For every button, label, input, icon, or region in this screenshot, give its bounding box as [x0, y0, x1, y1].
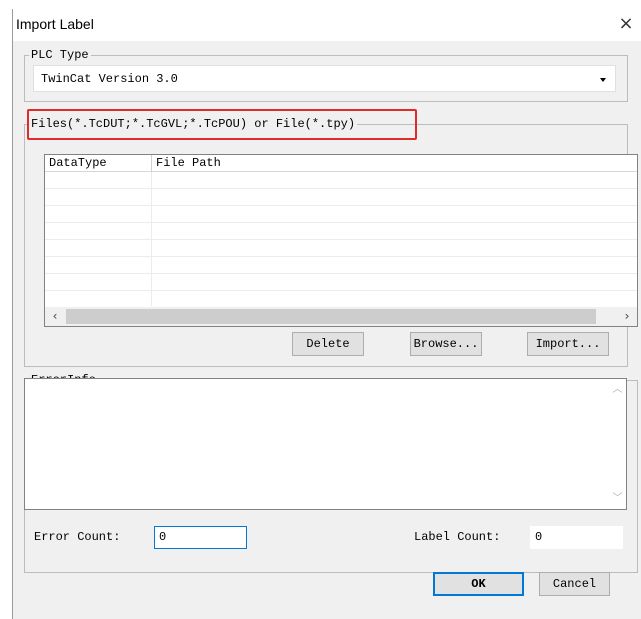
table-row	[45, 274, 637, 291]
table-row	[45, 172, 637, 189]
label-count-field[interactable]: 0	[530, 526, 623, 549]
plc-type-group: PLC Type TwinCat Version 3.0	[24, 49, 628, 102]
scroll-up-icon[interactable]: ︿	[609, 381, 626, 398]
error-count-label: Error Count:	[34, 530, 121, 544]
close-icon[interactable]: ×	[614, 12, 638, 36]
error-count-field[interactable]: 0	[154, 526, 247, 549]
chevron-down-icon[interactable]	[600, 78, 606, 82]
error-info-textarea[interactable]: ︿ ﹀	[24, 378, 627, 510]
horizontal-scrollbar[interactable]: ‹ ›	[45, 307, 637, 326]
scroll-left-icon[interactable]: ‹	[45, 307, 65, 326]
dialog-title: Import Label	[16, 16, 94, 32]
label-count-label: Label Count:	[414, 530, 501, 544]
scroll-down-icon[interactable]: ﹀	[609, 490, 626, 507]
table-row	[45, 240, 637, 257]
vertical-scrollbar[interactable]: ︿ ﹀	[609, 379, 626, 509]
plc-type-selected-value: TwinCat Version 3.0	[41, 72, 178, 86]
delete-button[interactable]: Delete	[292, 332, 364, 356]
scroll-right-icon[interactable]: ›	[617, 307, 637, 326]
column-header-datatype[interactable]: DataType	[45, 155, 152, 172]
plc-type-legend: PLC Type	[31, 48, 89, 62]
ok-button[interactable]: OK	[433, 572, 524, 596]
plc-type-select[interactable]: TwinCat Version 3.0	[33, 65, 616, 92]
import-button[interactable]: Import...	[527, 332, 609, 356]
files-list[interactable]: DataType File Path ‹ ›	[44, 154, 638, 327]
table-row	[45, 257, 637, 274]
table-row	[45, 291, 637, 308]
table-row	[45, 189, 637, 206]
files-list-header: DataType File Path	[45, 155, 637, 172]
scrollbar-thumb[interactable]	[66, 309, 596, 324]
table-row	[45, 206, 637, 223]
browse-button[interactable]: Browse...	[410, 332, 482, 356]
files-legend-highlight	[27, 109, 417, 140]
cancel-button[interactable]: Cancel	[539, 572, 610, 596]
table-row	[45, 223, 637, 240]
title-bar: Import Label ×	[13, 9, 641, 41]
column-header-file-path[interactable]: File Path	[152, 155, 637, 172]
column-divider	[151, 172, 152, 306]
